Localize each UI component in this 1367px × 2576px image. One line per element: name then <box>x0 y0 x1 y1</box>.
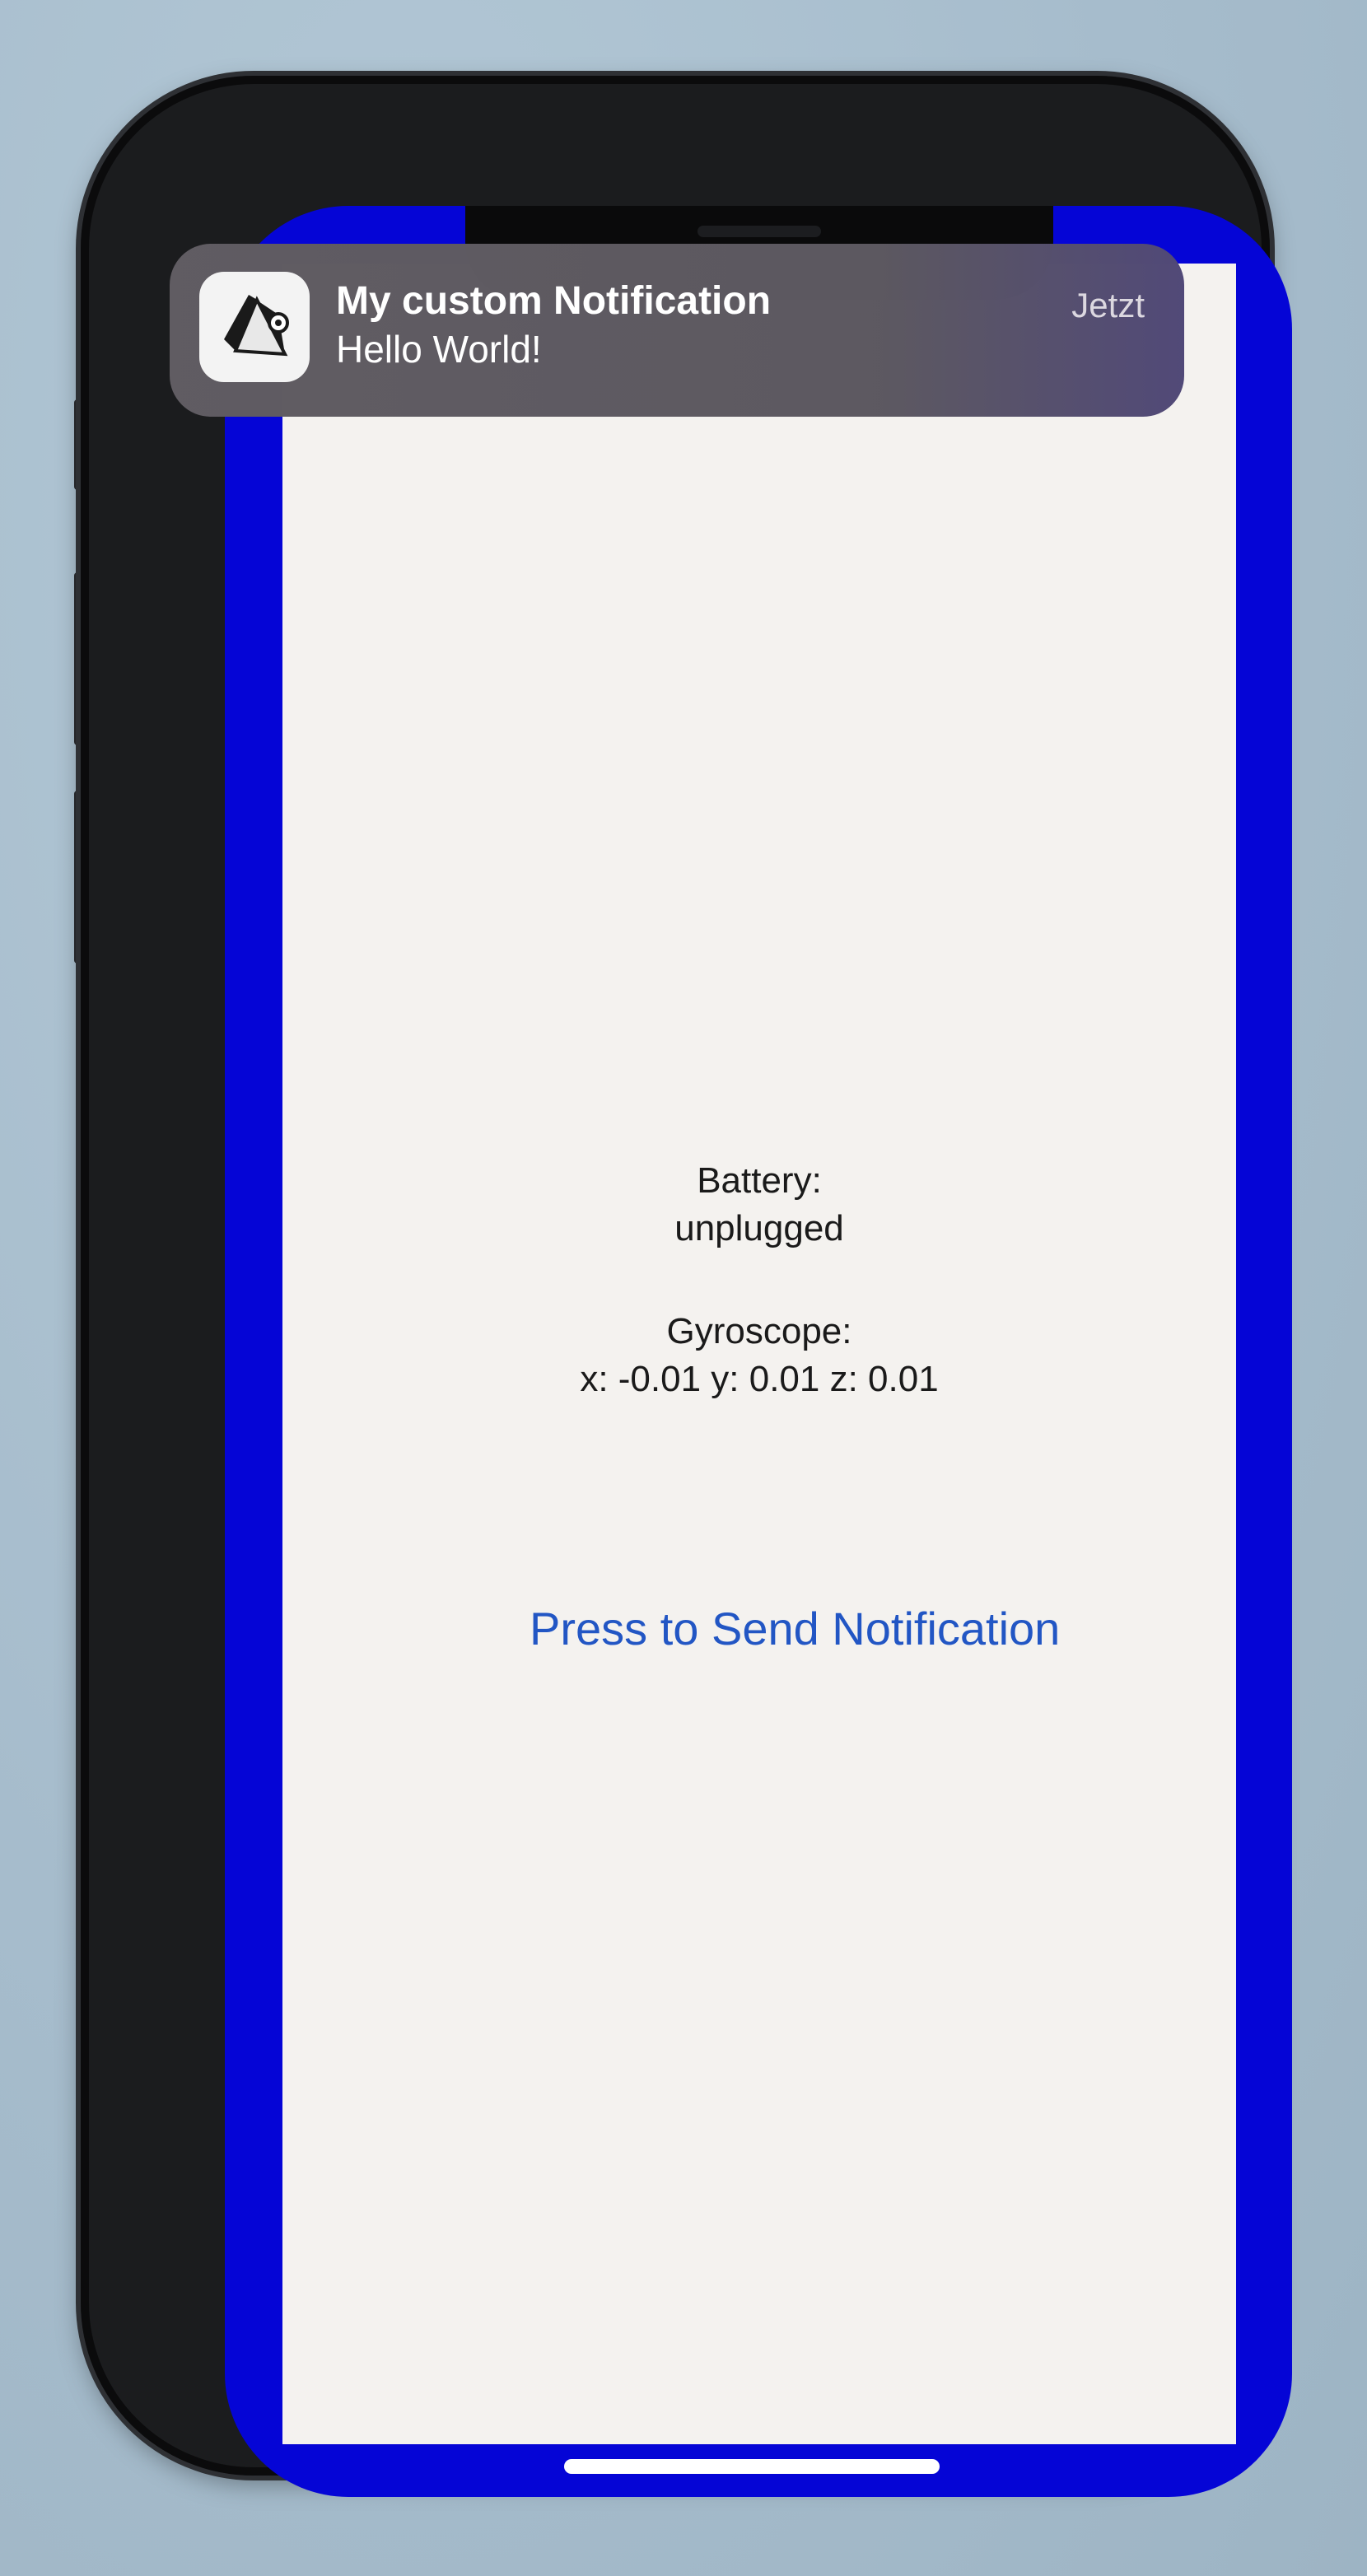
app-content: Battery: unplugged Gyroscope: x: -0.01 y… <box>282 264 1236 2444</box>
battery-label: Battery: <box>697 1160 822 1201</box>
app-logo-icon <box>199 272 310 382</box>
notification-body: Hello World! <box>336 328 542 371</box>
notification-time: Jetzt <box>1071 286 1145 324</box>
send-notification-button[interactable]: Press to Send Notification <box>530 1596 1060 1662</box>
notification-title: My custom Notification <box>336 279 772 323</box>
battery-status: unplugged <box>674 1208 844 1248</box>
gyroscope-values: x: -0.01 y: 0.01 z: 0.01 <box>580 1359 939 1399</box>
gyroscope-label: Gyroscope: <box>666 1311 852 1351</box>
earpiece-speaker <box>697 226 821 237</box>
phone-frame: Battery: unplugged Gyroscope: x: -0.01 y… <box>81 76 1292 2497</box>
screen: Battery: unplugged Gyroscope: x: -0.01 y… <box>225 206 1292 2497</box>
notification-banner[interactable]: My custom Notification Hello World! Jetz… <box>170 244 1184 417</box>
home-indicator[interactable] <box>564 2459 940 2474</box>
